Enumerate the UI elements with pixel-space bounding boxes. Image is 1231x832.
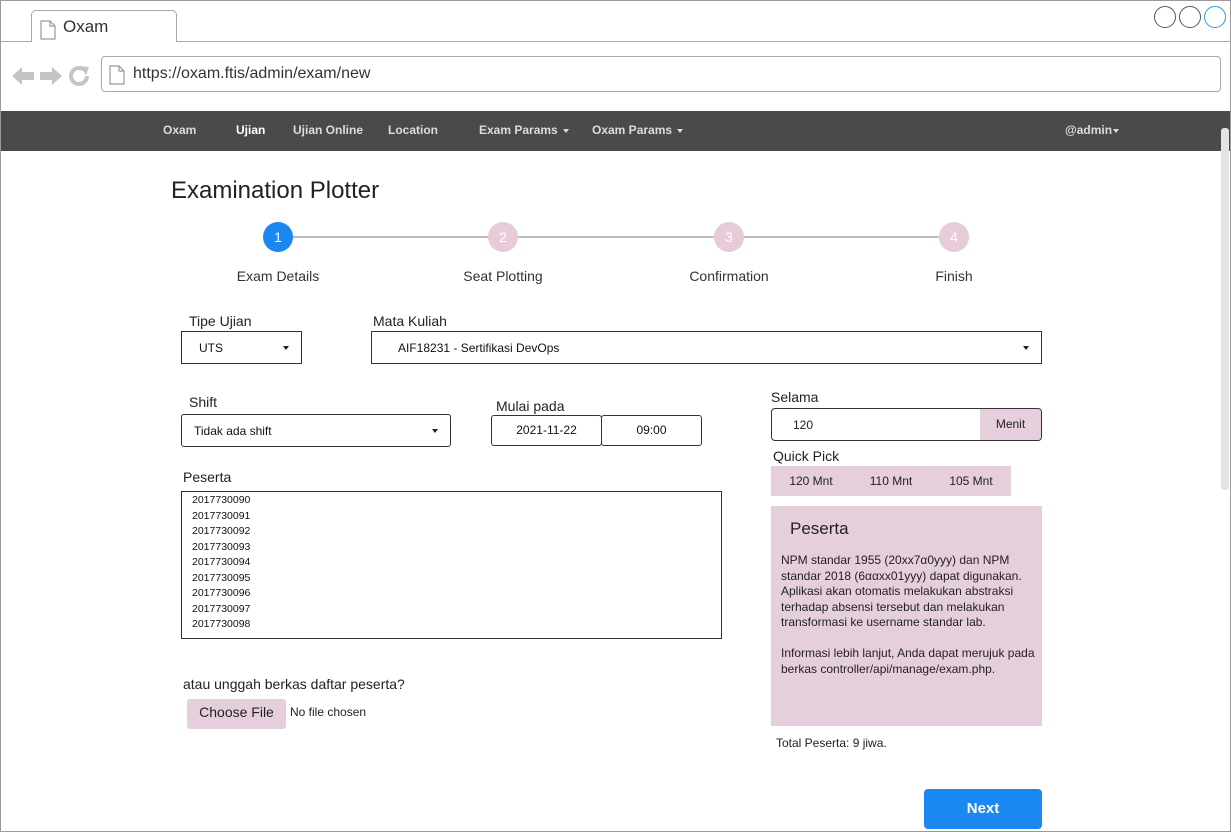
nav-user-menu[interactable]: @admin — [1065, 123, 1120, 137]
info-paragraph-2: Informasi lebih lanjut, Anda dapat meruj… — [781, 646, 1035, 676]
nav-item-label: Exam Params — [479, 123, 558, 137]
page-title: Examination Plotter — [171, 177, 380, 204]
url-field[interactable]: https://oxam.ftis/admin/exam/new — [101, 56, 1221, 92]
peserta-info-panel: Peserta NPM standar 1955 (20xx7α0yyy) da… — [771, 506, 1042, 726]
step-2-circle: 2 — [488, 222, 518, 252]
url-text: https://oxam.ftis/admin/exam/new — [133, 65, 371, 82]
user-name: @admin — [1065, 123, 1113, 137]
quick-pick-110-button[interactable]: 110 Mnt — [851, 466, 931, 496]
peserta-line: 2017730091 — [192, 509, 251, 522]
tab-bar: Oxam — [1, 1, 1230, 43]
nav-item-label: Oxam Params — [592, 123, 673, 137]
tab-title: Oxam — [63, 17, 109, 36]
tipe-ujian-value: UTS — [199, 340, 223, 355]
address-bar-row: https://oxam.ftis/admin/exam/new — [1, 42, 1230, 111]
next-button[interactable]: Next — [924, 789, 1042, 829]
peserta-line: 2017730098 — [192, 618, 251, 630]
peserta-line: 2017730096 — [192, 587, 251, 599]
nav-item-location[interactable]: Location — [388, 123, 438, 137]
peserta-textarea[interactable]: 2017730090 2017730091 2017730092 2017730… — [181, 491, 722, 639]
caret-down-icon — [432, 428, 438, 433]
nav-item-ujian-online[interactable]: Ujian Online — [293, 123, 363, 137]
peserta-line: 2017730090 — [192, 494, 251, 506]
mata-kuliah-value: AIF18231 - Sertifikasi DevOps — [398, 340, 560, 355]
peserta-line: 2017730093 — [192, 540, 251, 553]
tipe-ujian-label: Tipe Ujian — [189, 313, 252, 329]
caret-down-icon — [1113, 128, 1120, 133]
mata-kuliah-label: Mata Kuliah — [373, 313, 447, 329]
duration-input[interactable]: 120 — [793, 418, 813, 432]
app-navbar: Oxam Ujian Ujian Online Location Exam Pa… — [1, 111, 1230, 151]
step-4-circle: 4 — [939, 222, 969, 252]
step-2-label: Seat Plotting — [463, 268, 543, 284]
minimize-button[interactable] — [1154, 6, 1176, 28]
step-1-circle: 1 — [263, 222, 293, 252]
close-button[interactable] — [1204, 6, 1226, 28]
info-paragraph-1: NPM standar 1955 (20xx7α0yyy) dan NPM st… — [781, 553, 1022, 629]
shift-value: Tidak ada shift — [194, 423, 272, 438]
info-panel-title: Peserta — [790, 519, 849, 538]
browser-window: Oxam https://oxam.ftis/admin/exam/new Ox… — [0, 0, 1231, 832]
caret-down-icon — [562, 128, 569, 133]
page-icon — [109, 65, 125, 85]
caret-down-icon — [283, 345, 289, 350]
scrollbar[interactable] — [1221, 128, 1229, 490]
stepper-track — [291, 236, 956, 238]
shift-label: Shift — [189, 394, 218, 410]
peserta-line: 2017730094 — [192, 556, 251, 568]
browser-tab[interactable]: Oxam — [31, 10, 177, 43]
quick-pick-120-button[interactable]: 120 Mnt — [771, 466, 851, 496]
peserta-line: 2017730095 — [192, 571, 251, 584]
quick-pick-105-button[interactable]: 105 Mnt — [931, 466, 1011, 496]
peserta-line: 2017730092 — [192, 525, 251, 537]
caret-down-icon — [1023, 345, 1029, 350]
forward-arrow-icon[interactable] — [39, 65, 63, 87]
info-panel-text: NPM standar 1955 (20xx7α0yyy) dan NPM st… — [781, 553, 1037, 677]
upload-label: atau unggah berkas daftar peserta? — [183, 676, 405, 692]
step-1-label: Exam Details — [236, 268, 320, 284]
file-status: No file chosen — [290, 705, 367, 719]
peserta-label: Peserta — [183, 469, 232, 485]
tipe-ujian-select[interactable]: UTS — [181, 331, 302, 364]
quick-pick-label: Quick Pick — [773, 448, 840, 464]
shift-select[interactable]: Tidak ada shift — [181, 414, 451, 447]
back-arrow-icon[interactable] — [11, 65, 35, 87]
nav-brand[interactable]: Oxam — [163, 123, 196, 137]
page-icon — [40, 20, 56, 40]
total-peserta: Total Peserta: 9 jiwa. — [776, 736, 887, 750]
start-time-input[interactable]: 09:00 — [601, 415, 702, 446]
nav-item-ujian[interactable]: Ujian — [236, 123, 265, 137]
selama-label: Selama — [771, 389, 819, 405]
step-4-label: Finish — [935, 268, 973, 284]
duration-input-group: 120 Menit — [771, 408, 1042, 441]
start-date-input[interactable]: 2021-11-22 — [491, 415, 602, 446]
mulai-pada-label: Mulai pada — [496, 398, 565, 414]
nav-item-exam-params[interactable]: Exam Params — [479, 123, 569, 137]
peserta-line: 2017730097 — [192, 602, 251, 615]
maximize-button[interactable] — [1179, 6, 1201, 28]
window-controls — [1154, 6, 1226, 28]
step-3-label: Confirmation — [689, 268, 769, 284]
duration-unit: Menit — [980, 409, 1041, 440]
nav-item-oxam-params[interactable]: Oxam Params — [592, 123, 684, 137]
mata-kuliah-select[interactable]: AIF18231 - Sertifikasi DevOps — [371, 331, 1042, 364]
step-3-circle: 3 — [714, 222, 744, 252]
choose-file-button[interactable]: Choose File — [187, 699, 286, 729]
caret-down-icon — [677, 128, 684, 133]
nav-controls — [11, 64, 91, 88]
reload-icon[interactable] — [67, 64, 91, 88]
